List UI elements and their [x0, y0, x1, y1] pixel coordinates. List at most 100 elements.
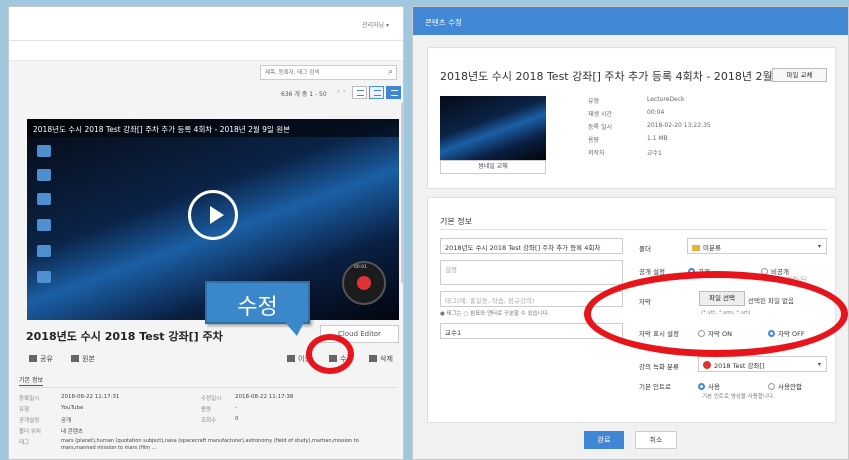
recorder-time: 00:01	[354, 265, 367, 270]
recorder-widget: 00:01	[342, 261, 386, 305]
tab-basic-info[interactable]: 기본 정보	[19, 375, 43, 386]
info-label: 등록일시	[19, 396, 40, 402]
desktop-icon	[37, 245, 51, 257]
content-list-panel: 관리자님 ▾ ⌕ 636 개 중 1 - 50 ‹ › 2018년도 수시 20…	[8, 6, 404, 460]
lecture-label: 강의 녹화 분류	[639, 363, 680, 371]
info-label: 용량	[201, 407, 212, 413]
radio-intro-nouse[interactable]: 사용안함	[768, 381, 802, 391]
user-menu[interactable]: 관리자님 ▾	[362, 20, 389, 29]
info-value: 2018-08-22 11:17:31	[61, 394, 120, 400]
info-label: 태그	[19, 440, 30, 446]
callout-text: 수정	[237, 295, 278, 320]
desktop-icon	[37, 219, 51, 231]
info-label: 유형	[19, 407, 30, 413]
search-box: ⌕	[260, 65, 397, 80]
view-list-button[interactable]	[352, 86, 367, 99]
prev-page-button[interactable]: ‹	[337, 88, 339, 95]
meta-value: LectureDeck	[647, 96, 685, 103]
title-field[interactable]: 2018년도 수시 2018 Test 강좌[] 주차 추가 등록 4회차	[440, 238, 623, 254]
meta-label: 재생 시간	[588, 111, 612, 118]
info-value: 2018-08-22 11:17:38	[235, 394, 294, 400]
play-button[interactable]	[188, 190, 238, 240]
original-button[interactable]: 원본	[71, 354, 95, 364]
info-label: 공개설정	[19, 418, 40, 424]
file-info-card: 2018년도 수시 2018 Test 강좌[] 주차 추가 등록 4회차 - …	[427, 47, 836, 189]
content-title: 2018년도 수시 2018 Test 강좌[] 주차 추가 등록 4회차 - …	[440, 70, 794, 83]
view-grid-button[interactable]	[369, 86, 384, 99]
lecture-select[interactable]: 2018 Test 강좌[] ▾	[698, 356, 827, 372]
info-value: -	[235, 405, 237, 411]
desktop-icon	[37, 145, 51, 157]
cancel-button[interactable]: 취소	[635, 431, 677, 449]
info-value: 내 콘텐츠	[61, 429, 83, 435]
divider	[440, 229, 827, 230]
replace-thumbnail-button[interactable]: 썸네일 교체	[440, 160, 546, 174]
share-icon	[29, 355, 37, 362]
folder-label: 폴더	[639, 245, 651, 253]
edit-content-panel: 콘텐츠 수정 2018년도 수시 2018 Test 강좌[] 주차 추가 등록…	[412, 6, 849, 460]
section-title: 기본 정보	[440, 217, 472, 226]
grid-icon	[374, 90, 381, 96]
meta-label: 등록 일시	[588, 124, 612, 131]
intro-note: 기본 인트로 영상을 사용합니다.	[702, 394, 775, 400]
video-title: 2018년도 수시 2018 Test 강좌[] 주차 추가 등록 4회차 - …	[33, 125, 290, 134]
highlight-ellipse	[584, 271, 848, 357]
chevron-down-icon: ▾	[817, 361, 821, 368]
meta-value: 00:04	[647, 109, 665, 116]
meta-label: 저작자	[588, 150, 605, 157]
done-button[interactable]: 완료	[584, 431, 624, 449]
trash-icon	[369, 355, 377, 362]
intro-label: 기본 인트로	[639, 383, 671, 391]
info-value: YouTube	[61, 405, 84, 411]
search-input[interactable]	[261, 66, 381, 79]
meta-value: 1.1 MB	[647, 135, 668, 142]
info-value: mars (planet),human (quotation subject),…	[61, 438, 359, 451]
sub-bar	[9, 41, 403, 61]
list-icon	[357, 90, 364, 96]
chevron-down-icon: ▾	[817, 243, 821, 250]
replace-file-button[interactable]: 파일 교체	[772, 68, 827, 82]
radio-off-icon	[768, 383, 775, 390]
panel-title: 콘텐츠 수정	[425, 18, 462, 27]
share-button[interactable]: 공유	[29, 354, 53, 364]
delete-button[interactable]: 삭제	[369, 354, 393, 364]
divider	[19, 387, 397, 388]
tag-hint: ● 태그는 ○ 쉼표와 엔터로 구분할 수 있습니다.	[440, 311, 550, 317]
description-field[interactable]: 설명	[440, 260, 623, 285]
result-count: 636 개 중 1 - 50	[281, 91, 327, 98]
info-value: 공개	[61, 418, 72, 424]
radio-intro-use[interactable]: 사용	[698, 381, 720, 391]
info-value: 0	[235, 416, 239, 422]
folder-select[interactable]: 미분류 ▾	[687, 238, 827, 254]
scrollbar[interactable]	[401, 103, 403, 283]
lecture-icon	[703, 361, 711, 369]
desktop-icon	[37, 169, 51, 181]
highlight-circle	[306, 334, 354, 374]
video-title-bar: 2018년도 수시 2018 Test 강좌[] 주차 추가 등록 4회차 - …	[27, 119, 399, 137]
next-page-button[interactable]: ›	[343, 88, 345, 95]
radio-on-icon	[698, 383, 705, 390]
panel-header: 콘텐츠 수정	[413, 7, 848, 35]
download-icon	[71, 355, 79, 362]
top-bar: 관리자님 ▾	[9, 7, 403, 41]
detail-icon	[391, 90, 398, 96]
folder-icon	[287, 355, 295, 362]
callout-tail	[283, 320, 305, 336]
meta-value: 2018-02-20 13:22:35	[647, 122, 711, 129]
meta-label: 용량	[588, 137, 600, 144]
search-icon[interactable]: ⌕	[388, 67, 393, 77]
view-detail-button[interactable]	[386, 86, 401, 99]
info-label: 수정일시	[201, 396, 222, 402]
edit-callout: 수정	[205, 281, 310, 324]
content-title: 2018년도 수시 2018 Test 강좌[] 주차	[26, 330, 223, 343]
info-label: 폴더 위치	[19, 429, 41, 435]
play-icon	[210, 206, 224, 224]
folder-icon	[692, 245, 700, 251]
desktop-icon	[37, 193, 51, 205]
meta-value: 교수1	[647, 150, 662, 157]
record-icon	[357, 276, 371, 290]
desktop-icon	[37, 271, 51, 283]
thumbnail	[440, 96, 546, 160]
meta-label: 유형	[588, 98, 600, 105]
info-label: 조회수	[201, 418, 217, 424]
